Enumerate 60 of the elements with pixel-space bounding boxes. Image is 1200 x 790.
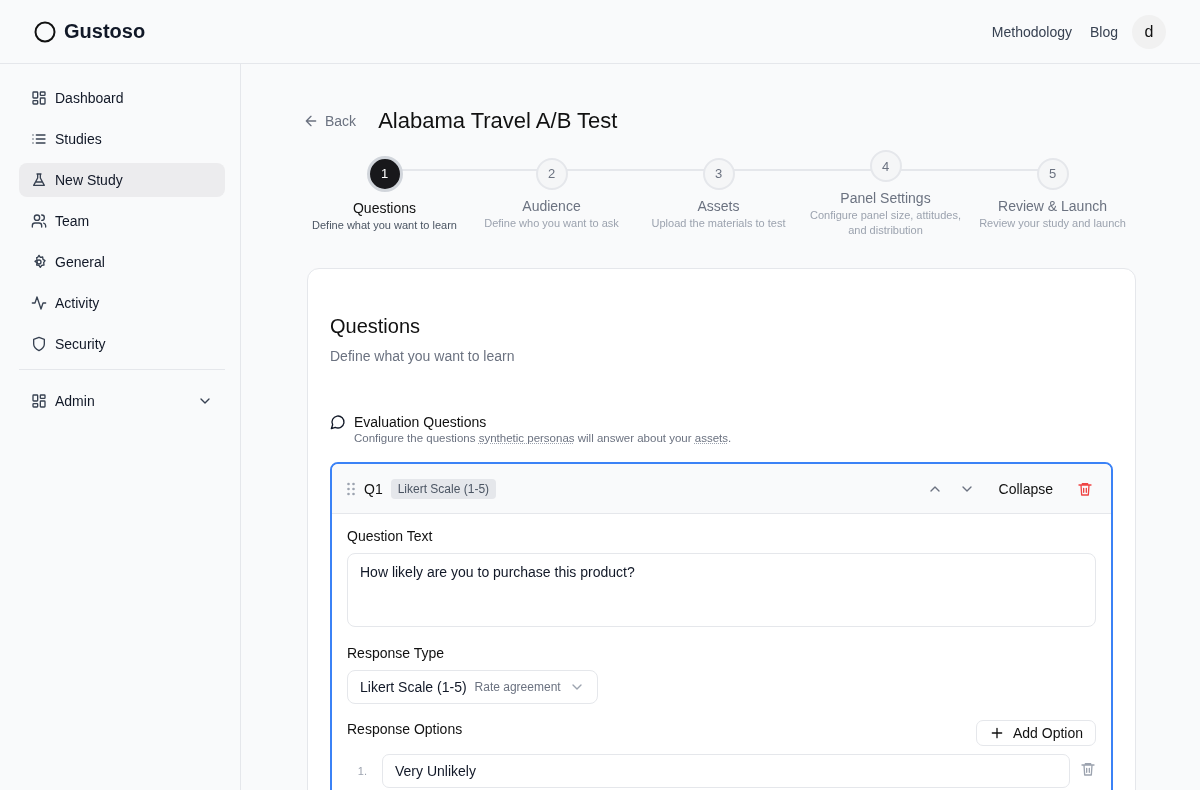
collapse-button[interactable]: Collapse	[992, 479, 1059, 498]
step-title: Questions	[352, 199, 416, 216]
sidebar-item[interactable]: Studies	[19, 122, 225, 156]
step-title: Panel Settings	[840, 190, 931, 206]
section-title: Questions	[330, 315, 422, 338]
step-number[interactable]: 3	[702, 157, 735, 190]
type-badge: Likert Scale (1-5)	[390, 478, 497, 499]
sidebar-item[interactable]: New Study	[19, 163, 225, 197]
step-number[interactable]: 1	[366, 155, 403, 192]
option-number: 1.	[356, 765, 367, 777]
trash-icon	[1077, 480, 1093, 497]
activity-icon	[31, 295, 47, 311]
step-description: Review your study and launch	[979, 215, 1126, 231]
step-description: Configure panel size, attitudes, and distribution	[808, 208, 962, 238]
sidebar-item[interactable]: Dashboard	[19, 81, 225, 115]
field-label: Response Type	[347, 645, 446, 661]
list-icon	[31, 131, 47, 147]
users-icon	[31, 213, 47, 229]
step-number[interactable]: 2	[535, 157, 568, 190]
avatar-button[interactable]: d	[1132, 14, 1166, 49]
dashboard-icon	[31, 393, 47, 409]
settings-icon	[31, 254, 47, 270]
group-description: Configure the questions synthetic personas will answer about your assets.	[354, 432, 732, 444]
question-text-field[interactable]: How likely are you to purchase this product?	[347, 553, 1096, 627]
circle-logo-icon	[34, 20, 56, 43]
term-link[interactable]: assets	[694, 432, 728, 444]
step-title: Review & Launch	[998, 197, 1107, 214]
step-description: Define what you want to learn	[312, 217, 457, 233]
shield-icon	[31, 336, 47, 352]
sidebar-item[interactable]: Activity	[19, 286, 225, 320]
group-title: Evaluation Questions	[354, 414, 488, 430]
arrow-left-icon	[303, 113, 319, 129]
logo-text: Gustoso	[64, 20, 146, 43]
admin-menu-item[interactable]: Admin	[19, 384, 225, 418]
step-title: Assets	[697, 197, 740, 214]
trash-icon	[1080, 761, 1096, 777]
dashboard-icon	[31, 90, 47, 106]
nav-link[interactable]: Methodology	[991, 23, 1072, 40]
response-type-dropdown[interactable]: Likert Scale (1-5) Rate agreement	[347, 670, 598, 704]
page-title: Alabama Travel A/B Test	[378, 108, 618, 134]
field-label: Response Options	[347, 720, 463, 737]
sidebar-item[interactable]: General	[19, 245, 225, 279]
nav-link[interactable]: Blog	[1089, 23, 1118, 40]
speech-bubble-icon	[330, 414, 346, 430]
section-subtitle: Define what you want to learn	[330, 348, 516, 364]
sidebar-item[interactable]: Security	[19, 327, 225, 361]
step-description: Define who you want to ask	[484, 215, 619, 231]
step-number[interactable]: 4	[869, 150, 902, 182]
step-number[interactable]: 5	[1036, 157, 1069, 190]
question-number: Q1	[364, 480, 383, 497]
option-field[interactable]: Very Unlikely	[382, 754, 1070, 788]
sidebar-item[interactable]: Team	[19, 204, 225, 238]
field-label: Question Text	[347, 528, 434, 544]
add-option-button[interactable]: Add Option	[975, 720, 1096, 746]
term-link[interactable]: synthetic personas	[478, 432, 575, 444]
back-link[interactable]: Back	[301, 113, 359, 129]
step-title: Audience	[522, 197, 581, 214]
flask-icon	[31, 172, 47, 188]
step-description: Upload the materials to test	[651, 215, 786, 231]
drag-handle-icon[interactable]	[346, 481, 356, 496]
